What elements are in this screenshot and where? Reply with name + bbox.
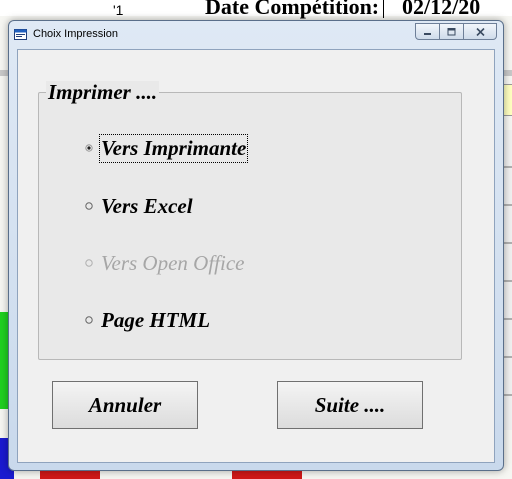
option-label: Vers Open Office	[101, 250, 245, 275]
close-button[interactable]	[463, 23, 497, 40]
background-red-bar	[232, 470, 302, 479]
minimize-icon	[424, 32, 431, 35]
option-html[interactable]: Page HTML	[83, 305, 210, 335]
radio-unselected-icon[interactable]	[83, 314, 95, 326]
radio-disabled-icon	[83, 257, 95, 269]
background-competition-date: Date Compétition: 02/12/20	[205, 0, 480, 20]
radio-unselected-icon[interactable]	[83, 200, 95, 212]
window-app-icon	[14, 29, 27, 40]
option-label: Page HTML	[101, 307, 211, 332]
window-title: Choix Impression	[33, 28, 118, 40]
background-date-label: Date Compétition:	[205, 0, 380, 19]
print-target-group: Imprimer .... Vers Imprimante Vers Excel…	[38, 81, 462, 360]
maximize-icon	[447, 27, 456, 35]
background-separator	[383, 0, 384, 18]
next-button[interactable]: Suite ....	[277, 381, 423, 429]
option-label: Vers Excel	[101, 193, 193, 218]
background-date-value: 02/12/20	[402, 0, 481, 19]
print-choice-dialog: Choix Impression Imprimer .... Vers Impr…	[8, 20, 504, 471]
option-label: Vers Imprimante	[98, 133, 249, 163]
background-red-bar	[40, 470, 100, 479]
cancel-button[interactable]: Annuler	[52, 381, 198, 429]
option-excel[interactable]: Vers Excel	[83, 191, 193, 221]
close-icon	[475, 27, 485, 36]
window-controls	[415, 23, 497, 41]
option-printer[interactable]: Vers Imprimante	[83, 133, 249, 163]
dialog-body: Imprimer .... Vers Imprimante Vers Excel…	[17, 49, 495, 463]
title-bar[interactable]: Choix Impression	[9, 21, 503, 49]
group-label: Imprimer ....	[46, 80, 160, 104]
radio-selected-icon[interactable]	[83, 142, 95, 154]
maximize-button[interactable]	[439, 23, 464, 40]
background-header-fragment: '1	[113, 2, 124, 18]
option-open-office: Vers Open Office	[83, 248, 244, 278]
minimize-button[interactable]	[415, 23, 440, 40]
